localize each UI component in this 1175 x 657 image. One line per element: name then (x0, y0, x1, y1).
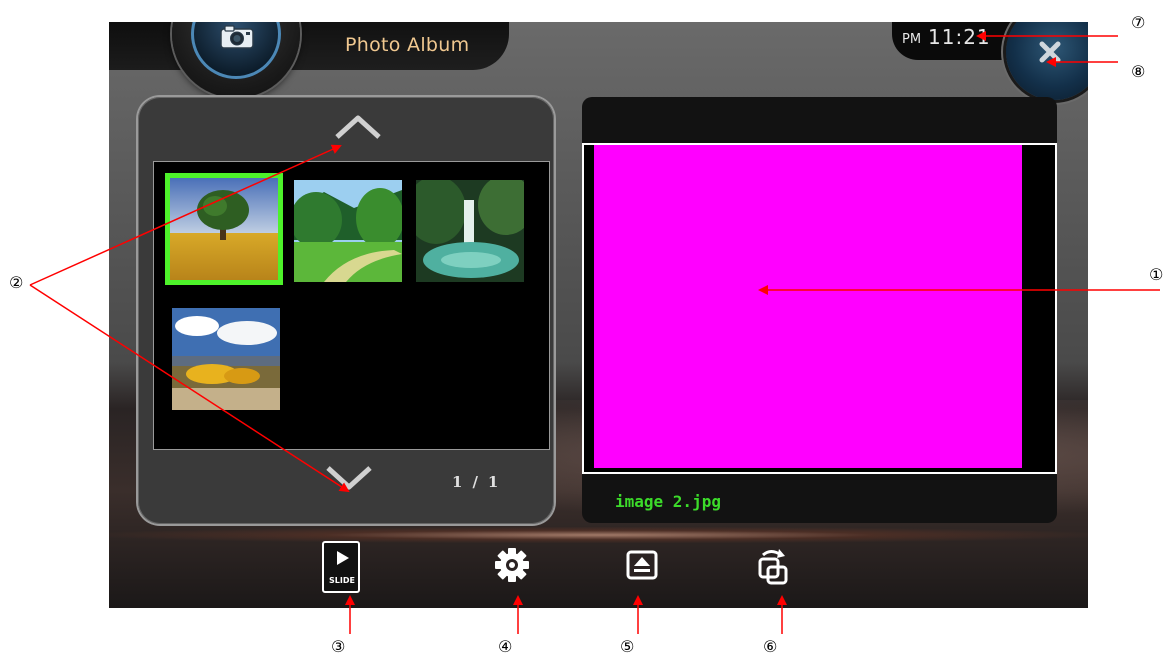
clock-ampm: PM (902, 32, 922, 47)
callout-2: ② (9, 273, 24, 292)
eject-icon[interactable] (622, 543, 662, 589)
background-glow (109, 527, 1088, 543)
play-icon (337, 551, 349, 565)
page-current: 1 (452, 473, 463, 491)
close-icon (1039, 41, 1061, 63)
callout-4: ④ (498, 637, 513, 656)
slideshow-label: SLIDE (329, 576, 355, 585)
camera-button[interactable] (172, 22, 300, 98)
device-screen: Photo Album PM 11:21 1 / 1 image 2.jpg S… (109, 22, 1088, 608)
thumbnail-garden-lawn[interactable] (294, 180, 402, 282)
preview-panel: image 2.jpg (582, 97, 1057, 523)
thumbnail-yellow-trees-sky[interactable] (172, 308, 280, 410)
page-separator: / (472, 473, 478, 491)
thumbnail-panel: 1 / 1 (138, 97, 554, 524)
chevron-down-icon[interactable] (324, 464, 374, 492)
gear-icon[interactable] (492, 543, 532, 589)
callout-8: ⑧ (1131, 62, 1146, 81)
close-button[interactable] (1006, 22, 1088, 100)
page-total: 1 (487, 473, 499, 491)
thumbnail-waterfall[interactable] (416, 180, 524, 282)
callout-3: ③ (331, 637, 346, 656)
chevron-up-icon[interactable] (333, 113, 383, 141)
preview-frame (582, 143, 1057, 474)
rotate-icon[interactable] (753, 543, 793, 589)
file-name: image 2.jpg (615, 492, 721, 511)
callout-5: ⑤ (620, 637, 635, 656)
slideshow-button[interactable]: SLIDE (322, 541, 360, 593)
thumbnail-grid (153, 161, 550, 450)
page-indicator: 1 / 1 (452, 473, 498, 491)
callout-7: ⑦ (1131, 13, 1146, 32)
callout-6: ⑥ (763, 637, 778, 656)
preview-image[interactable] (594, 145, 1022, 468)
app-title: Photo Album (345, 34, 470, 56)
figure: Photo Album PM 11:21 1 / 1 image 2.jpg S… (0, 0, 1175, 657)
callout-1: ① (1149, 265, 1164, 284)
thumbnail-tree-field[interactable] (165, 173, 283, 285)
clock-time: 11:21 (928, 25, 991, 49)
camera-icon (220, 25, 254, 49)
